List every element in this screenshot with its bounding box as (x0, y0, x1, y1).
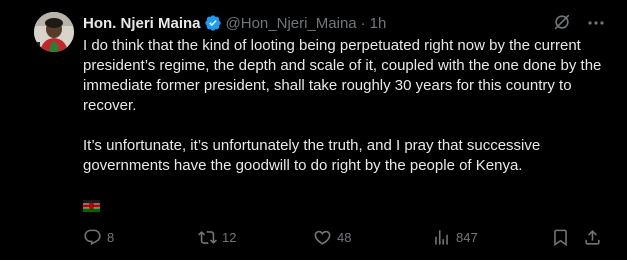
bookmark-icon (554, 229, 567, 246)
tweet-timestamp[interactable]: 1h (370, 15, 387, 32)
like-count: 48 (337, 229, 352, 245)
reply-icon (84, 229, 101, 245)
more-icon[interactable] (586, 14, 606, 32)
verified-badge-icon[interactable] (204, 14, 222, 32)
author-handle[interactable]: @Hon_Njeri_Maina (226, 15, 357, 32)
tweet-paragraph-2: It’s unfortunate, it’s unfortunately the… (83, 137, 541, 174)
repost-button[interactable]: 12 (198, 226, 236, 248)
like-icon (314, 230, 331, 245)
tweet[interactable]: Hon. Njeri Maina @Hon_Njeri_Maina · 1h I… (0, 0, 627, 260)
avatar[interactable] (34, 12, 74, 52)
repost-icon (198, 230, 217, 244)
share-button[interactable] (583, 226, 602, 248)
like-button[interactable]: 48 (313, 226, 351, 248)
tweet-header: Hon. Njeri Maina @Hon_Njeri_Maina · 1h (83, 13, 386, 33)
bookmark-button[interactable] (551, 226, 570, 248)
separator-dot: · (360, 14, 366, 32)
tweet-actions: 8 12 48 847 (0, 226, 627, 248)
author-name[interactable]: Hon. Njeri Maina (83, 15, 201, 32)
views-icon (435, 229, 448, 245)
share-icon (585, 229, 600, 245)
grok-icon[interactable] (553, 13, 571, 31)
tweet-paragraph-1: I do think that the kind of looting bein… (83, 37, 602, 114)
views-button[interactable]: 847 (432, 226, 478, 248)
tweet-text: I do think that the kind of looting bein… (83, 36, 608, 176)
reply-button[interactable]: 8 (83, 226, 114, 248)
kenya-flag-icon (83, 199, 100, 212)
repost-count: 12 (222, 229, 237, 245)
reply-count: 8 (107, 229, 115, 245)
view-count: 847 (456, 229, 478, 245)
avatar-image (34, 12, 74, 52)
